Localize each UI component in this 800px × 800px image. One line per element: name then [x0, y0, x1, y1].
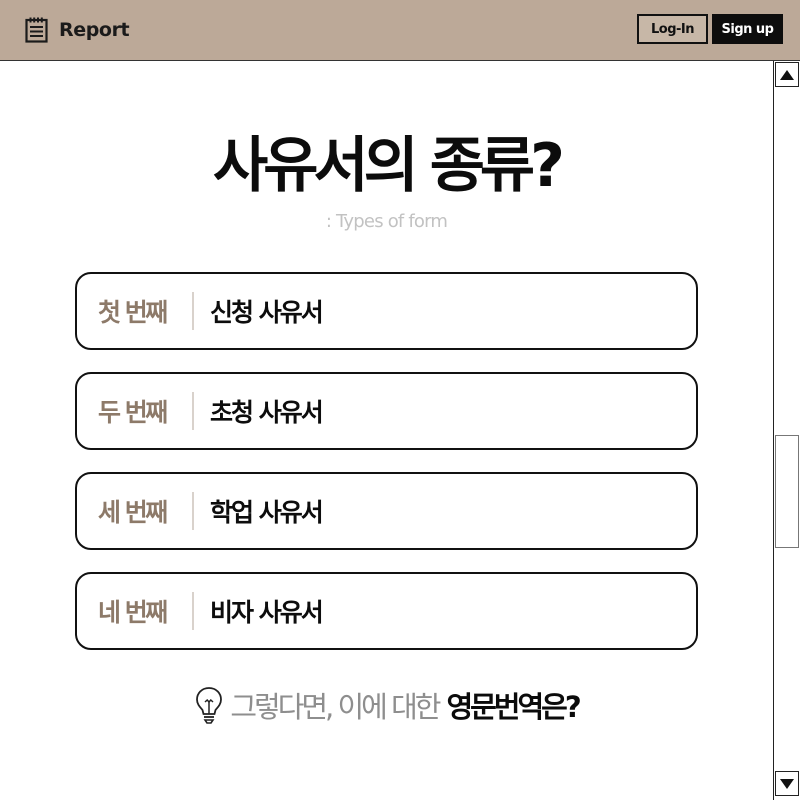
triangle-down-icon: [780, 778, 794, 789]
notepad-icon: [25, 17, 48, 43]
form-type-card-3[interactable]: 세 번째 학업 사유서: [75, 472, 698, 550]
top-bar: Report Log-In Sign up: [0, 0, 800, 61]
form-type-card-2[interactable]: 두 번째 초청 사유서: [75, 372, 698, 450]
brand-label: Report: [59, 19, 130, 41]
lightbulb-icon: [196, 687, 223, 724]
card-label: 신청 사유서: [210, 298, 324, 327]
card-label: 초청 사유서: [210, 398, 324, 427]
form-type-card-4[interactable]: 네 번째 비자 사유서: [75, 572, 698, 650]
card-label: 비자 사유서: [210, 598, 324, 627]
card-divider: [192, 392, 194, 430]
card-ordinal: 두 번째: [98, 398, 168, 427]
card-ordinal: 첫 번째: [98, 298, 168, 327]
question-emphasis-text: 영문번역은?: [446, 690, 581, 724]
vertical-scrollbar[interactable]: [773, 61, 800, 800]
brand[interactable]: Report: [25, 16, 130, 44]
login-button[interactable]: Log-In: [637, 14, 708, 44]
scrollbar-thumb[interactable]: [775, 435, 799, 548]
card-divider: [192, 292, 194, 330]
signup-button[interactable]: Sign up: [712, 14, 783, 44]
page-title: 사유서의 종류?: [213, 131, 565, 201]
translation-question[interactable]: 그렇다면, 이에 대한 영문번역은?: [0, 683, 773, 727]
main-content: 사유서의 종류? : Types of form 첫 번째 신청 사유서 두 번…: [0, 61, 773, 800]
page-subtitle: : Types of form: [325, 211, 448, 232]
card-label: 학업 사유서: [210, 498, 324, 527]
card-divider: [192, 592, 194, 630]
scroll-up-button[interactable]: [775, 62, 799, 87]
form-type-card-1[interactable]: 첫 번째 신청 사유서: [75, 272, 698, 350]
question-lead-text: 그렇다면, 이에 대한: [230, 690, 441, 724]
scroll-down-button[interactable]: [775, 771, 799, 796]
triangle-up-icon: [780, 69, 794, 80]
card-divider: [192, 492, 194, 530]
card-ordinal: 세 번째: [98, 498, 168, 527]
card-ordinal: 네 번째: [98, 598, 168, 627]
